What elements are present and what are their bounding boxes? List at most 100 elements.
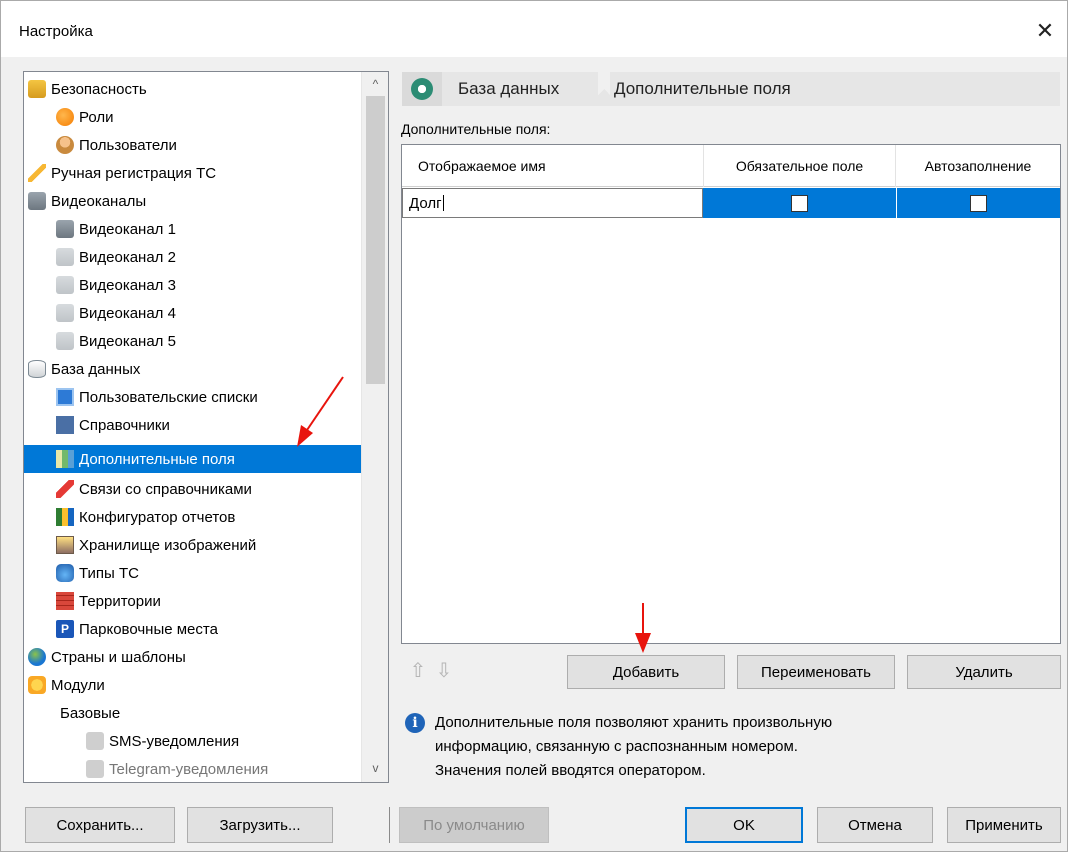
list-icon [56, 388, 74, 406]
tree-item-label: Парковочные места [79, 620, 218, 638]
tree-item-video-channel-3[interactable]: Видеоканал 3 [56, 271, 176, 299]
pencil-icon [28, 164, 46, 182]
tree-scrollbar[interactable]: ^ v [361, 72, 388, 782]
ok-button[interactable]: OK [685, 807, 803, 843]
column-header-display-name[interactable]: Отображаемое имя [402, 145, 704, 187]
chevron-up-icon: ^ [372, 77, 379, 91]
tree-item-label: Типы ТС [79, 564, 139, 582]
tree-item-label: Telegram-уведомления [109, 760, 269, 778]
column-header-required[interactable]: Обязательное поле [704, 145, 896, 187]
title-bar: Настройка ✕ [1, 1, 1067, 57]
car-icon [56, 564, 74, 582]
tree-item-label: Территории [79, 592, 161, 610]
tree-item-label: Конфигуратор отчетов [79, 508, 236, 526]
tree-item-report-configurator[interactable]: Конфигуратор отчетов [56, 503, 235, 531]
window-title: Настройка [19, 23, 93, 40]
tree-item-telegram-notifications[interactable]: Telegram-уведомления [86, 755, 269, 782]
tree-item-territories[interactable]: Территории [56, 587, 161, 615]
scroll-up-button[interactable]: ^ [362, 74, 388, 94]
sms-icon [86, 732, 104, 750]
defaults-button[interactable]: По умолчанию [399, 807, 549, 843]
tree-item-user-lists[interactable]: Пользовательские списки [56, 383, 258, 411]
close-icon: ✕ [1035, 18, 1055, 43]
tree-item-video-channels[interactable]: Видеоканалы [28, 187, 146, 215]
tree-item-video-channel-2[interactable]: Видеоканал 2 [56, 243, 176, 271]
tree-item-database[interactable]: База данных [28, 355, 140, 383]
column-header-autofill[interactable]: Автозаполнение [896, 145, 1060, 187]
tree-item-label: База данных [51, 360, 141, 378]
camera-icon [56, 248, 74, 266]
autofill-checkbox[interactable] [970, 194, 987, 212]
info-text-line: Значения полей вводятся оператором. [435, 762, 706, 779]
fields-grid[interactable]: Отображаемое имя Обязательное поле Автоз… [401, 144, 1061, 644]
tree-item-countries-templates[interactable]: Страны и шаблоны [28, 643, 186, 671]
tree-item-label: Безопасность [51, 80, 147, 98]
lock-icon [28, 80, 46, 98]
info-text-line: информацию, связанную с распознанным ном… [435, 738, 798, 755]
tree-item-modules[interactable]: Модули [28, 671, 105, 699]
load-button[interactable]: Загрузить... [187, 807, 333, 843]
tree-item-references[interactable]: Справочники [56, 411, 170, 439]
apply-button[interactable]: Применить [947, 807, 1061, 843]
breadcrumb: База данных Дополнительные поля [401, 71, 1061, 107]
text-cursor [442, 195, 444, 211]
field-name-editor[interactable]: Долг [402, 188, 703, 218]
required-cell[interactable] [703, 188, 896, 218]
tree-item-video-channel-5[interactable]: Видеоканал 5 [56, 327, 176, 355]
cancel-button[interactable]: Отмена [817, 807, 933, 843]
tree-item-reference-links[interactable]: Связи со справочниками [56, 475, 252, 503]
info-icon: i [405, 713, 425, 733]
tree-item-users[interactable]: Пользователи [56, 131, 177, 159]
tree-item-vehicle-types[interactable]: Типы ТС [56, 559, 139, 587]
breadcrumb-item-database[interactable]: База данных [458, 72, 559, 106]
tree-item-label: Справочники [79, 416, 170, 434]
rename-button[interactable]: Переименовать [737, 655, 895, 689]
camera-icon [56, 276, 74, 294]
table-row[interactable]: Долг [402, 188, 1060, 218]
annotation-arrow-tree [297, 376, 344, 447]
camera-icon [28, 192, 46, 210]
chart-icon [56, 508, 74, 526]
grid-header: Отображаемое имя Обязательное поле Автоз… [402, 145, 1060, 187]
save-button[interactable]: Сохранить... [25, 807, 175, 843]
tree-item-label: SMS-уведомления [109, 732, 240, 750]
settings-dialog: Настройка ✕ Безопасность Роли Пользовате… [0, 0, 1068, 852]
tree-item-label: Видеоканал 2 [79, 248, 176, 266]
field-name-value: Долг [409, 194, 442, 212]
sms-icon [86, 760, 104, 778]
delete-button[interactable]: Удалить [907, 655, 1061, 689]
add-button[interactable]: Добавить [567, 655, 725, 689]
tree-item-label: Видеоканалы [51, 192, 147, 210]
scroll-down-button[interactable]: v [362, 758, 388, 778]
tree-item-label: Модули [51, 676, 105, 694]
arrow-up-icon: ⇧ [409, 659, 427, 682]
tree-item-basic[interactable]: Базовые [60, 699, 120, 727]
move-down-button[interactable]: ⇩ [431, 655, 457, 685]
tree-item-video-channel-4[interactable]: Видеоканал 4 [56, 299, 176, 327]
camera-icon [56, 304, 74, 322]
tree-item-label: Роли [79, 108, 114, 126]
tree-item-manual-registration[interactable]: Ручная регистрация ТС [28, 159, 216, 187]
breadcrumb-item-additional-fields[interactable]: Дополнительные поля [614, 72, 791, 106]
tree-item-label: Видеоканал 3 [79, 276, 176, 294]
tree-item-image-storage[interactable]: Хранилище изображений [56, 531, 256, 559]
autofill-cell[interactable] [896, 188, 1060, 218]
image-icon [56, 536, 74, 554]
gear-icon [402, 72, 442, 106]
brick-icon [56, 592, 74, 610]
tree-item-security[interactable]: Безопасность [28, 75, 147, 103]
tree-item-sms-notifications[interactable]: SMS-уведомления [86, 727, 239, 755]
database-icon [28, 360, 46, 378]
tree-item-video-channel-1[interactable]: Видеоканал 1 [56, 215, 176, 243]
fields-label: Дополнительные поля: [401, 121, 551, 137]
required-checkbox[interactable] [791, 194, 808, 212]
tree-item-roles[interactable]: Роли [56, 103, 114, 131]
move-up-button[interactable]: ⇧ [405, 655, 431, 685]
camera-icon [56, 332, 74, 350]
annotation-arrow-add [635, 603, 651, 653]
close-button[interactable]: ✕ [1023, 11, 1067, 51]
scrollbar-thumb[interactable] [366, 96, 385, 384]
breadcrumb-separator [598, 72, 610, 106]
tree-item-parking-spots[interactable]: P Парковочные места [56, 615, 218, 643]
info-text-line: Дополнительные поля позволяют хранить пр… [435, 714, 833, 731]
